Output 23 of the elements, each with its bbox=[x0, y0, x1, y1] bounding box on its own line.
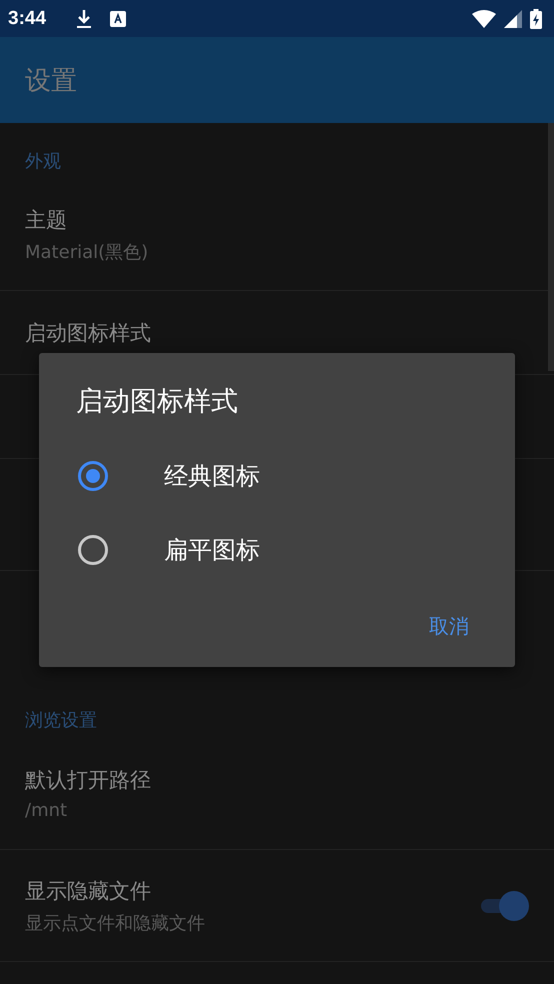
signal-icon bbox=[504, 10, 522, 28]
status-time: 3:44 bbox=[8, 8, 48, 30]
wifi-icon bbox=[472, 10, 496, 28]
toggle-switch[interactable] bbox=[479, 890, 529, 920]
cancel-button[interactable]: 取消 bbox=[421, 609, 477, 644]
setting-title[interactable]: 默认打开路径 bbox=[25, 766, 151, 794]
option-label[interactable]: 扁平图标 bbox=[164, 534, 260, 566]
radio-button[interactable] bbox=[78, 461, 108, 491]
setting-title[interactable]: 显示隐藏文件 bbox=[25, 876, 151, 904]
app-title: 设置 bbox=[25, 64, 77, 98]
setting-subtitle: /mnt bbox=[25, 800, 68, 821]
keyboard-icon bbox=[110, 10, 126, 26]
battery-icon bbox=[530, 8, 542, 28]
setting-subtitle: 显示点文件和隐藏文件 bbox=[25, 912, 205, 934]
download-icon bbox=[76, 8, 92, 28]
option-label[interactable]: 经典图标 bbox=[164, 460, 260, 492]
setting-subtitle: Material(黑色) bbox=[25, 240, 148, 264]
section-header: 外观 bbox=[25, 150, 61, 173]
setting-title[interactable]: 启动图标样式 bbox=[25, 318, 151, 346]
setting-title[interactable]: 主题 bbox=[25, 206, 67, 234]
dialog-title: 启动图标样式 bbox=[76, 385, 238, 419]
section-header: 浏览设置 bbox=[25, 709, 97, 732]
radio-button[interactable] bbox=[78, 535, 108, 565]
